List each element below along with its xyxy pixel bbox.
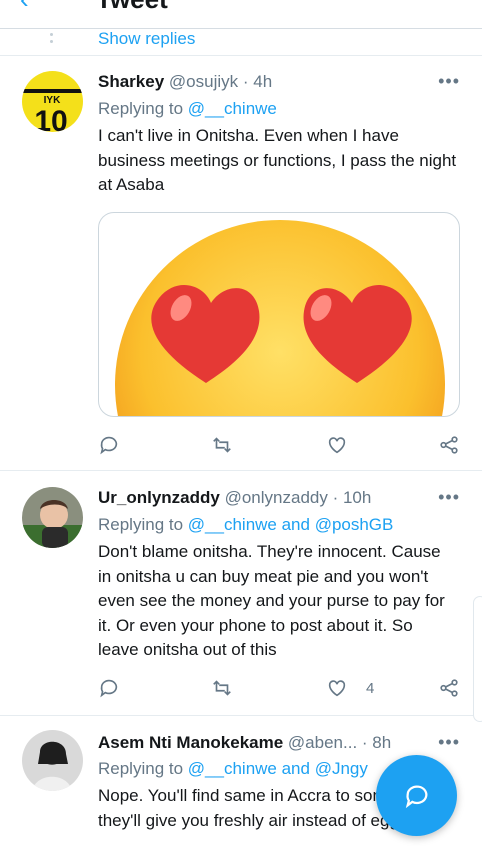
author-name[interactable]: Asem Nti Manokekame: [98, 733, 283, 752]
top-bar: ‹ Tweet: [0, 0, 482, 29]
replying-prefix: Replying to: [98, 759, 184, 778]
tweet-actions: 4: [98, 676, 468, 700]
thread-dots: [49, 29, 53, 56]
author-name[interactable]: Ur_onlynzaddy: [98, 488, 220, 507]
replying-to: Replying to @__chinwe and @poshGB: [98, 514, 393, 536]
like-icon[interactable]: 4: [326, 676, 374, 700]
avatar[interactable]: IYK 10: [22, 71, 83, 132]
more-icon[interactable]: •••: [438, 71, 460, 92]
tweet-header: Ur_onlynzaddy @onlynzaddy · 10h: [98, 487, 371, 509]
tweet-time: · 4h: [242, 72, 273, 91]
replying-mention[interactable]: @__chinwe and @poshGB: [188, 515, 394, 534]
replying-to: Replying to @__chinwe: [98, 98, 277, 120]
replying-mention[interactable]: @__chinwe and @Jngy: [188, 759, 368, 778]
replying-prefix: Replying to: [98, 99, 184, 118]
show-replies-link[interactable]: Show replies: [98, 29, 195, 49]
reply-icon[interactable]: [98, 433, 120, 457]
author-handle: @aben...: [287, 733, 358, 752]
compose-reply-icon: [405, 784, 427, 808]
share-icon[interactable]: [438, 433, 460, 457]
tweet[interactable]: IYK 10 Sharkey @osujiyk · 4h ••• Replyin…: [0, 57, 482, 471]
tweet-text: I can't live in Onitsha. Even when I hav…: [98, 126, 457, 194]
retweet-icon[interactable]: [211, 433, 233, 457]
tweet-header: Asem Nti Manokekame @aben... · 8h: [98, 732, 391, 754]
share-icon[interactable]: [438, 676, 460, 700]
compose-reply-button[interactable]: [376, 755, 457, 836]
back-arrow-icon[interactable]: ‹: [20, 0, 29, 15]
tweet-time: · 8h: [361, 733, 392, 752]
author-name[interactable]: Sharkey: [98, 72, 164, 91]
avatar[interactable]: [22, 487, 83, 548]
page-title: Tweet: [96, 0, 168, 15]
tweet-header: Sharkey @osujiyk · 4h: [98, 71, 272, 93]
retweet-icon[interactable]: [211, 676, 233, 700]
reply-icon[interactable]: [98, 676, 120, 700]
tweet-text: Don't blame onitsha. They're innocent. C…: [98, 542, 445, 659]
like-icon[interactable]: [326, 433, 366, 457]
like-count: 4: [366, 679, 375, 697]
show-replies-row[interactable]: Show replies: [0, 29, 482, 56]
tweet-actions: [98, 433, 468, 457]
avatar-number: 10: [34, 105, 67, 132]
replying-mention[interactable]: @__chinwe: [188, 99, 277, 118]
heart-eyes-emoji-icon: [115, 220, 445, 416]
tweet[interactable]: Ur_onlynzaddy @onlynzaddy · 10h ••• Repl…: [0, 471, 482, 716]
tweet-media[interactable]: [98, 212, 460, 417]
replying-prefix: Replying to: [98, 515, 184, 534]
avatar[interactable]: [22, 730, 83, 791]
replying-to: Replying to @__chinwe and @Jngy: [98, 758, 368, 780]
scroll-handle[interactable]: [473, 596, 482, 722]
tweet-time: · 10h: [332, 488, 372, 507]
more-icon[interactable]: •••: [438, 732, 460, 753]
more-icon[interactable]: •••: [438, 487, 460, 508]
author-handle: @onlynzaddy: [224, 488, 328, 507]
author-handle: @osujiyk: [168, 72, 239, 91]
